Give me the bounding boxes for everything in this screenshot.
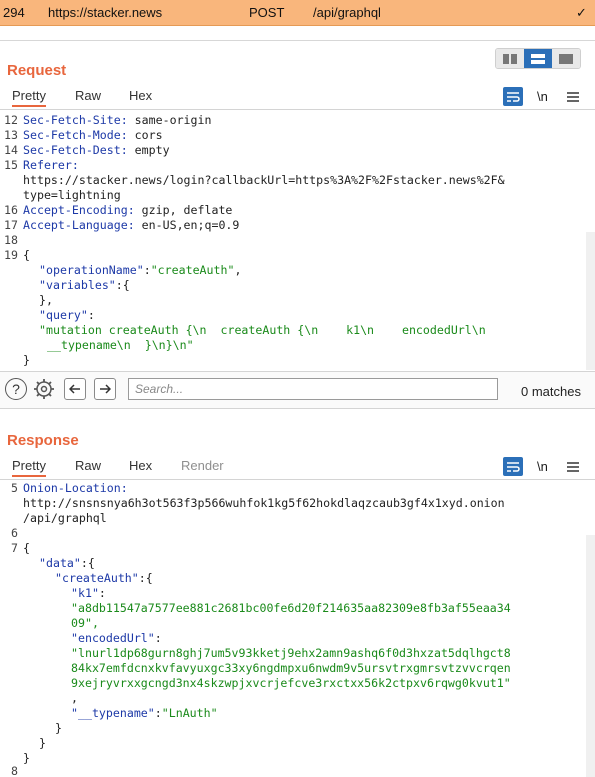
json-punct: },	[39, 293, 53, 307]
line-number: 17	[4, 218, 18, 232]
json-value: __typename\n }\n}\n"	[47, 338, 194, 352]
request-editor[interactable]: 12 Sec-Fetch-Site: same-origin 13 Sec-Fe…	[0, 112, 595, 370]
header-value: http://snsnsnya6h3ot563f3p566wuhfok1kg5f…	[23, 496, 505, 510]
json-value: 9xejryvrxxgcngd3nx4skzwpjxvcrjefcve3rxct…	[71, 676, 511, 690]
header-key: Sec-Fetch-Site:	[23, 113, 128, 127]
wrap-lines-icon[interactable]	[503, 87, 523, 106]
json-brace: }	[55, 721, 62, 735]
response-tab-render[interactable]: Render	[181, 458, 224, 473]
response-tab-raw[interactable]: Raw	[75, 458, 101, 473]
line-number: 15	[4, 158, 18, 172]
response-tab-hex[interactable]: Hex	[129, 458, 152, 473]
line-number: 14	[4, 143, 18, 157]
line-number: 6	[11, 526, 18, 540]
json-key: "encodedUrl"	[71, 631, 155, 645]
menu-icon[interactable]	[566, 87, 580, 106]
json-key: "createAuth"	[55, 571, 139, 585]
json-key: "k1"	[71, 586, 99, 600]
json-brace: }	[23, 353, 30, 367]
line-number: 12	[4, 113, 18, 127]
next-match-button[interactable]	[94, 378, 116, 400]
header-value: https://stacker.news/login?callbackUrl=h…	[23, 173, 505, 187]
tabbed-layout-icon[interactable]	[552, 49, 580, 68]
json-key: "query"	[39, 308, 88, 322]
selected-history-row[interactable]: 294 https://stacker.news POST /api/graph…	[0, 0, 595, 26]
request-id: 294	[3, 5, 25, 20]
line-number: 16	[4, 203, 18, 217]
json-value: "lnurl1dp68gurn8ghj7um5v93kketj9ehx2amn9…	[71, 646, 511, 660]
header-value: empty	[127, 143, 170, 157]
request-url: /api/graphql	[313, 5, 381, 20]
line-number: 5	[11, 481, 18, 495]
json-value: 09",	[71, 616, 99, 630]
json-value: "a8db11547a7577ee881c2681bc00fe6d20f2146…	[71, 601, 511, 615]
response-tabbar: Pretty Raw Hex Render \n	[0, 457, 595, 480]
request-method: POST	[249, 5, 285, 20]
header-value: type=lightning	[23, 188, 121, 202]
header-key: Onion-Location:	[23, 481, 128, 495]
header-value: /api/graphql	[23, 511, 107, 525]
request-tab-pretty[interactable]: Pretty	[12, 88, 46, 107]
header-value: gzip, deflate	[134, 203, 233, 217]
request-scrollbar[interactable]	[586, 232, 595, 370]
json-punct: :{	[115, 278, 130, 292]
header-key: Accept-Encoding:	[23, 203, 135, 217]
stacked-layout-icon[interactable]	[524, 49, 552, 68]
json-value: "mutation createAuth {\n createAuth {\n …	[39, 323, 486, 337]
line-number: 18	[4, 233, 18, 247]
line-number: 7	[11, 541, 18, 555]
line-number: 13	[4, 128, 18, 142]
row-spacer	[0, 26, 595, 41]
previous-match-button[interactable]	[64, 378, 86, 400]
json-key: "data"	[39, 556, 81, 570]
header-value: same-origin	[127, 113, 212, 127]
check-icon: ✓	[576, 5, 587, 20]
help-icon[interactable]: ?	[5, 378, 27, 400]
header-key: Accept-Language:	[23, 218, 135, 232]
settings-gear-icon[interactable]	[33, 378, 55, 400]
request-tab-raw[interactable]: Raw	[75, 88, 101, 103]
request-tabbar: Pretty Raw Hex \n	[0, 87, 595, 110]
line-number: 8	[11, 764, 18, 777]
match-count: 0 matches	[521, 384, 581, 399]
json-value: 84kx7emfdcnxkvfavyuxgc33xy6ngdmpxu6nwdm9…	[71, 661, 511, 675]
json-key: "variables"	[39, 278, 116, 292]
json-value: "createAuth"	[150, 263, 235, 277]
json-brace: {	[23, 248, 30, 262]
header-key: Referer:	[23, 158, 79, 172]
layout-toggle-group	[495, 48, 581, 69]
header-value: en-US,en;q=0.9	[134, 218, 240, 232]
json-brace: }	[23, 751, 30, 765]
response-scrollbar[interactable]	[586, 535, 595, 777]
header-key: Sec-Fetch-Dest:	[23, 143, 128, 157]
side-by-side-layout-icon[interactable]	[496, 49, 524, 68]
show-newlines-toggle[interactable]: \n	[537, 87, 548, 106]
json-brace: }	[39, 736, 46, 750]
search-input[interactable]	[128, 378, 498, 400]
request-tab-hex[interactable]: Hex	[129, 88, 152, 103]
response-editor[interactable]: 5 Onion-Location: http://snsnsnya6h3ot56…	[0, 481, 595, 777]
response-title: Response	[7, 432, 79, 449]
json-punct: ,	[71, 691, 78, 705]
json-key: "__typename"	[71, 706, 155, 720]
show-newlines-toggle[interactable]: \n	[537, 457, 548, 476]
json-key: "operationName"	[39, 263, 144, 277]
search-bar: ? 0 matches	[0, 371, 595, 409]
line-number: 19	[4, 248, 18, 262]
menu-icon[interactable]	[566, 457, 580, 476]
header-key: Sec-Fetch-Mode:	[23, 128, 128, 142]
response-tab-pretty[interactable]: Pretty	[12, 458, 46, 477]
request-host: https://stacker.news	[48, 5, 163, 20]
header-value: cors	[127, 128, 163, 142]
json-brace: {	[23, 541, 30, 555]
request-title: Request	[7, 62, 67, 79]
wrap-lines-icon[interactable]	[503, 457, 523, 476]
json-value: "LnAuth"	[161, 706, 218, 720]
